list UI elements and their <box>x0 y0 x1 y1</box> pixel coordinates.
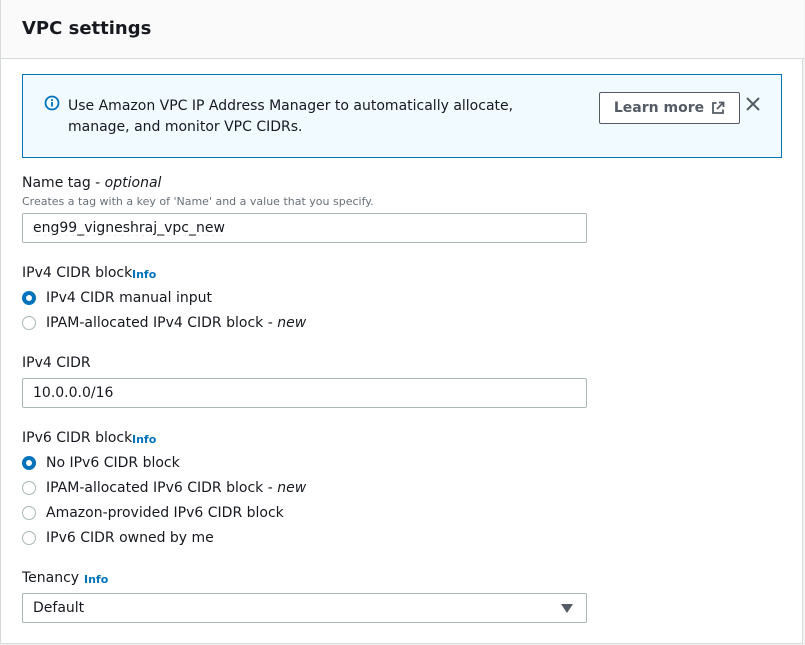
radio-ipv6-amazon[interactable]: Amazon-provided IPv6 CIDR block <box>22 503 284 523</box>
caret-down-icon <box>561 604 573 613</box>
alert-message: Use Amazon VPC IP Address Manager to aut… <box>68 98 514 135</box>
radio-button[interactable] <box>22 481 36 495</box>
radio-button[interactable] <box>22 316 36 330</box>
ipv4-cidr-input[interactable] <box>22 378 587 408</box>
ipv4-cidr-block-label: IPv4 CIDR block <box>22 265 133 281</box>
close-icon[interactable] <box>743 94 763 114</box>
name-tag-label: Name tag - optional <box>22 175 161 191</box>
learn-more-button[interactable]: Learn more <box>599 92 740 124</box>
optional-text: optional <box>104 175 162 191</box>
radio-ipv4-ipam[interactable]: IPAM-allocated IPv4 CIDR block - new <box>22 313 306 333</box>
radio-label: Amazon-provided IPv6 CIDR block <box>46 505 284 521</box>
ipv4-cidr-block-info-link[interactable]: Info <box>132 268 156 281</box>
ipv6-cidr-block-info-link[interactable]: Info <box>132 433 156 446</box>
radio-label: No IPv6 CIDR block <box>46 455 180 471</box>
name-tag-label-text: Name tag - <box>22 175 105 191</box>
radio-ipv6-owned[interactable]: IPv6 CIDR owned by me <box>22 528 214 548</box>
radio-button[interactable] <box>22 456 36 470</box>
radio-button[interactable] <box>22 531 36 545</box>
tenancy-info-link[interactable]: Info <box>84 573 108 586</box>
radio-label: IPv4 CIDR manual input <box>46 290 212 306</box>
radio-label: IPAM-allocated IPv4 CIDR block - new <box>46 315 307 331</box>
external-link-icon <box>712 101 725 114</box>
ipv6-cidr-block-label: IPv6 CIDR block <box>22 430 133 446</box>
ipam-info-alert: Use Amazon VPC IP Address Manager to aut… <box>22 74 782 158</box>
radio-label: IPv6 CIDR owned by me <box>46 530 214 546</box>
section-title: VPC settings <box>22 18 152 39</box>
name-tag-description: Creates a tag with a key of 'Name' and a… <box>22 195 374 208</box>
name-tag-input[interactable] <box>22 213 587 243</box>
tenancy-select[interactable]: Default <box>22 593 587 623</box>
vpc-settings-panel: VPC settings Use Amazon VPC IP Address M… <box>0 0 804 644</box>
learn-more-label: Learn more <box>613 100 705 116</box>
radio-ipv6-ipam[interactable]: IPAM-allocated IPv6 CIDR block - new <box>22 478 306 498</box>
info-icon <box>44 95 60 111</box>
tenancy-selected-value: Default <box>33 600 85 616</box>
radio-ipv4-manual[interactable]: IPv4 CIDR manual input <box>22 288 212 308</box>
radio-no-ipv6[interactable]: No IPv6 CIDR block <box>22 453 180 473</box>
radio-label: IPAM-allocated IPv6 CIDR block - new <box>46 480 307 496</box>
panel-header: VPC settings <box>1 0 804 59</box>
radio-button[interactable] <box>22 506 36 520</box>
ipv4-cidr-label: IPv4 CIDR <box>22 355 91 371</box>
radio-button[interactable] <box>22 291 36 305</box>
tenancy-label: Tenancy <box>22 570 80 586</box>
